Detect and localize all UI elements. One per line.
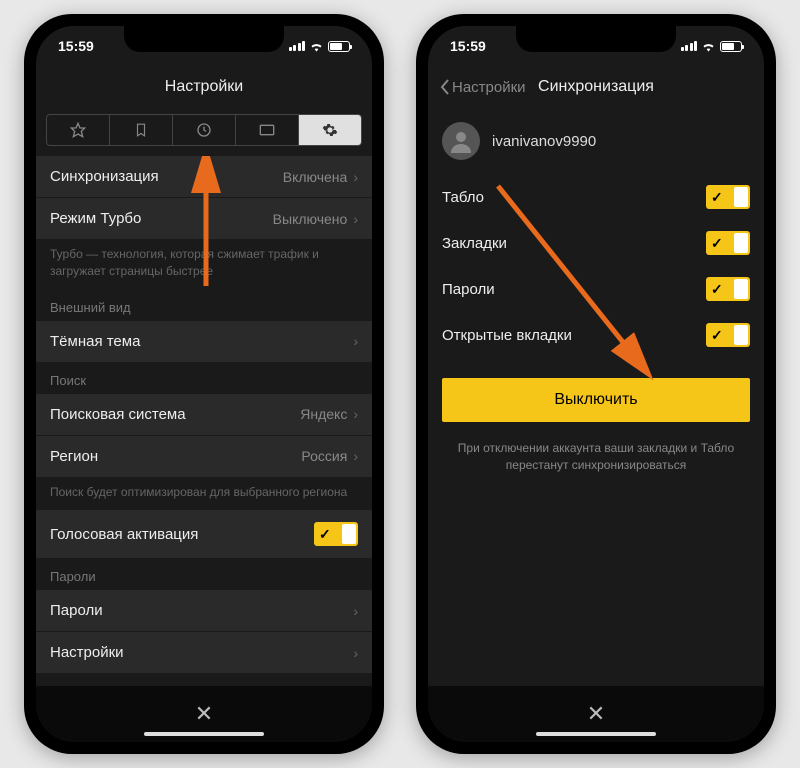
row-label: Регион bbox=[50, 448, 98, 465]
username: ivanivanov9990 bbox=[492, 133, 596, 150]
header-left: Настройки bbox=[36, 66, 372, 108]
header-right: Настройки Синхронизация bbox=[428, 66, 764, 108]
tab-settings[interactable] bbox=[299, 115, 361, 145]
row-settings[interactable]: Настройки › bbox=[36, 632, 372, 674]
notch bbox=[516, 26, 676, 52]
row-dark-theme[interactable]: Тёмная тема › bbox=[36, 321, 372, 363]
row-value: Россия bbox=[301, 448, 347, 464]
tab-bar bbox=[46, 114, 362, 146]
sync-label: Закладки bbox=[442, 235, 507, 252]
section-appearance: Внешний вид bbox=[36, 290, 372, 321]
row-search-engine[interactable]: Поисковая система Яндекс › bbox=[36, 394, 372, 436]
home-indicator bbox=[536, 732, 656, 736]
region-hint: Поиск будет оптимизирован для выбранного… bbox=[36, 478, 372, 511]
phone-right: 15:59 Настройки Синхронизация ivanivanov… bbox=[416, 14, 776, 754]
toggle-passwords[interactable]: ✓ bbox=[706, 277, 750, 301]
chevron-right-icon: › bbox=[353, 169, 358, 185]
row-label: Поисковая система bbox=[50, 406, 186, 423]
sync-item-passwords: Пароли ✓ bbox=[428, 266, 764, 312]
check-icon: ✓ bbox=[711, 235, 723, 252]
sync-content: ivanivanov9990 Табло ✓ Закладки ✓ Пароли… bbox=[428, 108, 764, 686]
row-passwords[interactable]: Пароли › bbox=[36, 590, 372, 632]
chevron-left-icon bbox=[440, 79, 450, 95]
status-time: 15:59 bbox=[58, 38, 94, 54]
avatar bbox=[442, 122, 480, 160]
row-turbo[interactable]: Режим Турбо Выключено › bbox=[36, 198, 372, 240]
row-privacy: Конфиденциальность bbox=[36, 674, 372, 686]
page-title: Настройки bbox=[165, 78, 243, 96]
chevron-right-icon: › bbox=[353, 448, 358, 464]
wifi-icon bbox=[701, 40, 716, 52]
check-icon: ✓ bbox=[711, 327, 723, 344]
row-value: Включена bbox=[283, 169, 348, 185]
person-icon bbox=[449, 129, 473, 153]
close-icon[interactable]: ✕ bbox=[587, 701, 605, 727]
close-icon[interactable]: ✕ bbox=[195, 701, 213, 727]
battery-icon bbox=[720, 41, 742, 52]
chevron-right-icon: › bbox=[353, 645, 358, 661]
section-search: Поиск bbox=[36, 363, 372, 394]
toggle-tablo[interactable]: ✓ bbox=[706, 185, 750, 209]
row-sync[interactable]: Синхронизация Включена › bbox=[36, 156, 372, 198]
row-region[interactable]: Регион Россия › bbox=[36, 436, 372, 478]
tab-tabs[interactable] bbox=[236, 115, 299, 145]
section-passwords: Пароли bbox=[36, 559, 372, 590]
user-row[interactable]: ivanivanov9990 bbox=[428, 108, 764, 174]
notch bbox=[124, 26, 284, 52]
page-title: Синхронизация bbox=[538, 78, 654, 96]
sync-label: Табло bbox=[442, 189, 484, 206]
toggle-voice[interactable]: ✓ bbox=[314, 522, 358, 546]
row-value: Выключено bbox=[273, 211, 348, 227]
disable-hint: При отключении аккаунта ваши закладки и … bbox=[428, 432, 764, 482]
check-icon: ✓ bbox=[711, 281, 723, 298]
row-voice-activation[interactable]: Голосовая активация ✓ bbox=[36, 510, 372, 559]
row-value: Яндекс bbox=[300, 406, 347, 422]
toggle-bookmarks[interactable]: ✓ bbox=[706, 231, 750, 255]
sync-item-tablo: Табло ✓ bbox=[428, 174, 764, 220]
chevron-right-icon: › bbox=[353, 406, 358, 422]
chevron-right-icon: › bbox=[353, 211, 358, 227]
disable-button[interactable]: Выключить bbox=[442, 378, 750, 422]
tab-bookmarks[interactable] bbox=[110, 115, 173, 145]
row-label: Тёмная тема bbox=[50, 333, 140, 350]
wifi-icon bbox=[309, 40, 324, 52]
check-icon: ✓ bbox=[319, 526, 331, 543]
signal-icon bbox=[681, 41, 698, 51]
tab-favorites[interactable] bbox=[47, 115, 110, 145]
row-label: Режим Турбо bbox=[50, 210, 141, 227]
sync-label: Пароли bbox=[442, 281, 495, 298]
row-label: Пароли bbox=[50, 602, 103, 619]
turbo-hint: Турбо — технология, которая сжимает траф… bbox=[36, 240, 372, 290]
sync-item-bookmarks: Закладки ✓ bbox=[428, 220, 764, 266]
row-label: Синхронизация bbox=[50, 168, 159, 185]
sync-label: Открытые вкладки bbox=[442, 327, 572, 344]
battery-icon bbox=[328, 41, 350, 52]
phone-left: 15:59 Настройки Синхронизация Включена › … bbox=[24, 14, 384, 754]
sync-item-tabs: Открытые вкладки ✓ bbox=[428, 312, 764, 358]
signal-icon bbox=[289, 41, 306, 51]
back-button[interactable]: Настройки bbox=[440, 79, 526, 96]
back-label: Настройки bbox=[452, 79, 526, 96]
tab-history[interactable] bbox=[173, 115, 236, 145]
home-indicator bbox=[144, 732, 264, 736]
row-label: Голосовая активация bbox=[50, 526, 198, 543]
check-icon: ✓ bbox=[711, 189, 723, 206]
toggle-tabs[interactable]: ✓ bbox=[706, 323, 750, 347]
chevron-right-icon: › bbox=[353, 603, 358, 619]
settings-content: Синхронизация Включена › Режим Турбо Выкл… bbox=[36, 156, 372, 686]
row-label: Настройки bbox=[50, 644, 124, 661]
status-time: 15:59 bbox=[450, 38, 486, 54]
chevron-right-icon: › bbox=[353, 333, 358, 349]
